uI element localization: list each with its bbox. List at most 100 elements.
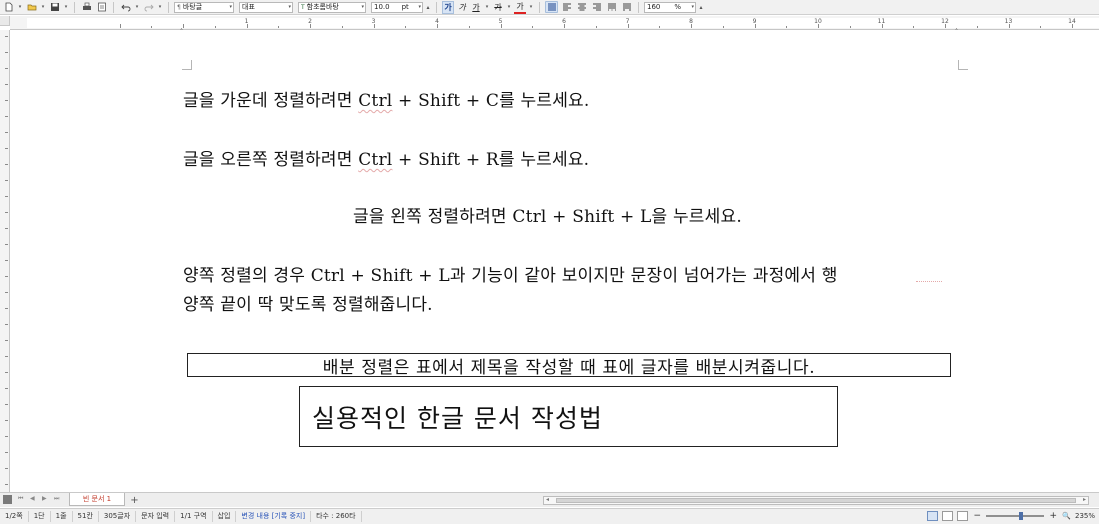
font-color-dropdown-icon[interactable]: ▾	[528, 1, 534, 13]
scroll-right-icon[interactable]: ▸	[1083, 496, 1086, 503]
status-line: 1줄	[51, 511, 73, 522]
print-preview-icon[interactable]	[95, 1, 108, 13]
style-select[interactable]: ¶ 바탕글 ▾	[174, 1, 234, 13]
document-page[interactable]: 글을 가운데 정렬하려면 Ctrl + Shift + C를 누르세요. 글을 …	[28, 30, 1099, 492]
ruler-number: 2	[308, 18, 312, 25]
paragraph-right-align[interactable]: 글을 오른쪽 정렬하려면 Ctrl + Shift + R를 누르세요.	[183, 145, 589, 170]
status-insert-mode[interactable]: 삽입	[213, 511, 237, 522]
first-tab-icon[interactable]: ⏮	[18, 495, 23, 503]
ruler-number: 13	[1004, 18, 1013, 25]
status-page[interactable]: 1/2쪽	[0, 511, 29, 522]
fullscreen-view-icon[interactable]	[957, 511, 969, 521]
ruler-tick	[5, 404, 8, 405]
add-tab-button[interactable]: +	[128, 494, 141, 506]
line-spacing-select[interactable]: 160 % ▾	[644, 1, 696, 13]
document-tab[interactable]: 빈 문서 1	[69, 493, 125, 506]
align-center-icon[interactable]	[575, 1, 588, 13]
horizontal-ruler[interactable]: 1234567891011121314 ▵ ▵	[10, 16, 1099, 33]
last-tab-icon[interactable]: ⏭	[54, 495, 59, 503]
new-document-icon[interactable]	[2, 1, 15, 13]
font-size-select[interactable]: 10.0 pt ▾	[371, 1, 423, 13]
status-track-changes[interactable]: 변경 내용 [기록 중지]	[236, 511, 312, 522]
zoom-slider-thumb[interactable]	[1019, 512, 1024, 520]
web-view-icon[interactable]	[942, 511, 954, 521]
next-tab-icon[interactable]: ▶	[42, 495, 47, 502]
toolbar-separator	[74, 1, 75, 13]
strikethrough-button[interactable]: 가	[492, 2, 504, 13]
status-right-controls: − + 🔍 235%	[927, 511, 1095, 521]
ruler-number: 5	[498, 18, 503, 25]
title-text-box[interactable]: 실용적인 한글 문서 작성법	[299, 386, 838, 447]
toolbar-separator	[539, 1, 540, 13]
redo-icon[interactable]	[142, 1, 155, 13]
paragraph-justify-line-2[interactable]: 양쪽 끝이 딱 맞도록 정렬해줍니다.	[183, 290, 433, 315]
align-justify-icon[interactable]	[545, 1, 558, 13]
horizontal-scrollbar[interactable]: ◂ ▸	[543, 496, 1089, 505]
distributed-text-box[interactable]: 배분 정렬은 표에서 제목을 작성할 때 표에 글자를 배분시켜줍니다.	[187, 353, 951, 378]
vertical-ruler[interactable]	[0, 30, 10, 492]
line-spacing-unit: %	[674, 3, 682, 11]
paragraph-justify-line-1[interactable]: 양쪽 정렬의 경우 Ctrl + Shift + L과 기능이 같아 보이지만 …	[183, 261, 838, 286]
redo-dropdown-icon[interactable]: ▾	[157, 1, 163, 13]
zoom-value[interactable]: 235%	[1075, 512, 1095, 520]
ruler-tick	[5, 452, 8, 453]
font-name-select[interactable]: T 함초롬바탕 ▾	[298, 1, 366, 13]
align-distribute-icon[interactable]	[605, 1, 618, 13]
scroll-left-icon[interactable]: ◂	[546, 496, 549, 503]
font-size-value: 10.0	[374, 3, 390, 11]
ruler-number: 12	[941, 18, 949, 25]
zoom-in-icon[interactable]: +	[1048, 511, 1058, 521]
zoom-slider[interactable]	[986, 512, 1045, 520]
chevron-down-icon: ▾	[229, 3, 232, 10]
zoom-search-icon[interactable]: 🔍	[1062, 512, 1071, 520]
spellcheck-word: Ctrl	[358, 150, 393, 170]
font-color-button[interactable]: 가	[514, 1, 526, 14]
toolbar-separator	[436, 1, 437, 13]
ruler-tick	[5, 484, 8, 485]
text-run: 글을 오른쪽 정렬하려면	[183, 150, 359, 170]
page-view-icon[interactable]	[927, 511, 939, 521]
undo-dropdown-icon[interactable]: ▾	[134, 1, 140, 13]
strikethrough-dropdown-icon[interactable]: ▾	[506, 1, 512, 13]
italic-button[interactable]: 가	[456, 2, 468, 13]
font-size-up-icon[interactable]: ▴	[425, 1, 431, 13]
save-dropdown-icon[interactable]: ▾	[63, 1, 69, 13]
new-document-dropdown-icon[interactable]: ▾	[17, 1, 23, 13]
save-icon[interactable]	[48, 1, 61, 13]
underline-dropdown-icon[interactable]: ▾	[484, 1, 490, 13]
ruler-tick	[5, 116, 8, 117]
ruler-number: 3	[371, 18, 376, 25]
sheet-menu-icon[interactable]	[3, 495, 12, 504]
zoom-out-icon[interactable]: −	[972, 511, 982, 521]
ruler-tick	[722, 26, 724, 28]
align-right-icon[interactable]	[590, 1, 603, 13]
bold-button[interactable]: 가	[442, 0, 454, 14]
open-folder-icon[interactable]	[25, 1, 38, 13]
scrollbar-thumb[interactable]	[556, 498, 1076, 503]
underline-button[interactable]: 가	[470, 2, 482, 13]
ruler-number: 6	[562, 18, 566, 25]
prev-tab-icon[interactable]: ◀	[30, 495, 35, 502]
status-char-count: 305글자	[99, 511, 137, 522]
font-name-value: 함초롬바탕	[306, 3, 339, 11]
ruler-tick	[183, 24, 184, 28]
align-left-icon[interactable]	[560, 1, 573, 13]
line-spacing-up-icon[interactable]: ▴	[698, 1, 704, 13]
ruler-number: 7	[625, 18, 630, 25]
toolbar-separator	[168, 1, 169, 13]
spellcheck-word: Ctrl	[358, 91, 393, 111]
status-input-mode: 문자 입력	[136, 511, 176, 522]
line-spacing-value: 160	[647, 3, 661, 11]
font-language-select[interactable]: 대표 ▾	[239, 1, 293, 13]
paragraph-center-align[interactable]: 글을 가운데 정렬하려면 Ctrl + Shift + C를 누르세요.	[183, 86, 590, 111]
print-icon[interactable]	[80, 1, 93, 13]
ruler-tick	[5, 340, 8, 341]
paragraph-left-align[interactable]: 글을 왼쪽 정렬하려면 Ctrl + Shift + L을 누르세요.	[353, 202, 742, 227]
ruler-tick	[5, 148, 8, 149]
undo-icon[interactable]	[119, 1, 132, 13]
ruler-tick	[468, 26, 470, 28]
ruler-tick	[5, 436, 8, 437]
ruler-tick	[5, 196, 8, 197]
open-dropdown-icon[interactable]: ▾	[40, 1, 46, 13]
align-divide-icon[interactable]	[620, 1, 633, 13]
